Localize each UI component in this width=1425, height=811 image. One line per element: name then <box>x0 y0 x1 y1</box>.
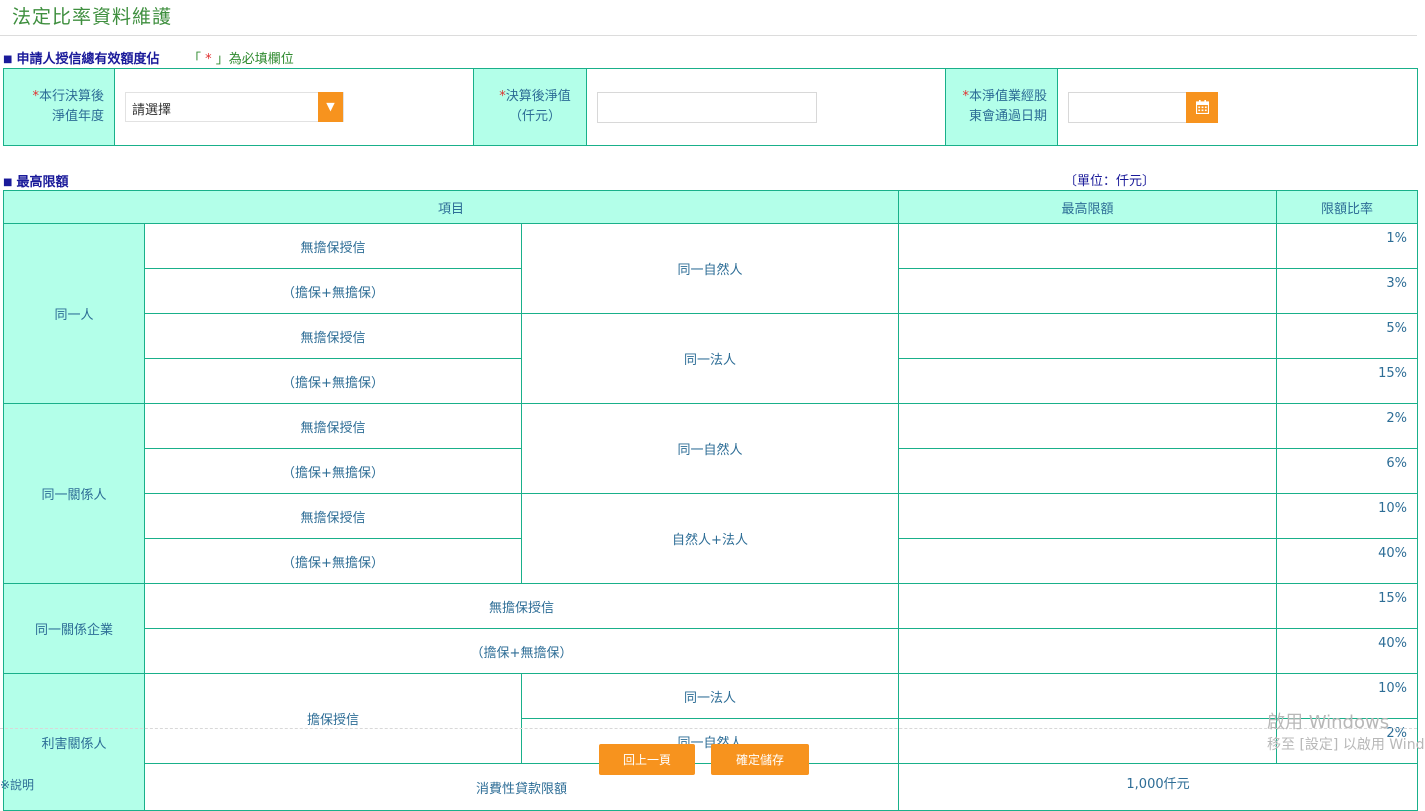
rate-cell: 5% <box>1276 313 1419 359</box>
table-row: （擔保+無擔保） 40% <box>4 628 1419 674</box>
dropdown-arrow-icon[interactable]: ▼ <box>318 92 343 122</box>
unit-note: 〔單位：仟元〕 <box>1064 174 1156 189</box>
max-limit-cell <box>898 313 1278 359</box>
item-secured: 擔保授信 <box>144 673 522 764</box>
subject-natural-person: 同一自然人 <box>520 718 900 764</box>
table-row: 同一關係企業 無擔保授信 15% <box>3 583 1419 674</box>
net-value-year-select[interactable]: 請選擇 ▼ <box>125 92 344 122</box>
subject-natural-and-legal: 自然人+法人 <box>520 493 900 584</box>
table-row: 無擔保授信 自然人+法人 10% <box>4 493 1419 584</box>
max-limit-cell <box>898 358 1278 404</box>
rate-cell: 40% <box>1276 538 1419 584</box>
rate-cell: 2% <box>1276 403 1419 449</box>
calendar-icon[interactable] <box>1186 91 1218 123</box>
max-limit-cell <box>898 673 1278 719</box>
rate-cell: 10% <box>1276 493 1419 539</box>
item-combined: （擔保+無擔保） <box>144 538 522 584</box>
header-ratio: 限額比率 <box>1276 190 1419 224</box>
net-value-amount-label: *決算後淨值（仟元） <box>473 68 587 146</box>
table-row: 同一人 無擔保授信 同一自然人 1% <box>3 223 1419 404</box>
max-limit-cell <box>898 403 1278 449</box>
group-same-person: 同一人 <box>3 223 145 404</box>
approval-date-input[interactable] <box>1068 91 1188 123</box>
subject-natural-person: 同一自然人 <box>520 403 900 494</box>
watermark-line2: 移至 [設定] 以啟用 Windows <box>1267 737 1425 753</box>
rate-cell: 3% <box>1276 268 1419 314</box>
section-application-heading: ■ 申請人授信總有效額度佔 「 * 」為必填欄位 <box>3 48 294 67</box>
max-limit-cell <box>898 493 1278 539</box>
item-unsecured: 無擔保授信 <box>144 223 522 269</box>
max-limit-cell <box>898 628 1278 674</box>
section-application-title: 申請人授信總有效額度佔 <box>16 52 160 67</box>
section-max-limit-heading: ■ 最高限額 <box>3 171 68 190</box>
item-unsecured: 無擔保授信 <box>144 493 522 539</box>
group-same-related-person: 同一關係人 <box>3 403 145 584</box>
table-row: 利害關係人 擔保授信 同一法人 10% <box>3 673 1419 811</box>
item-combined: （擔保+無擔保） <box>143 628 900 674</box>
item-combined: （擔保+無擔保） <box>144 358 522 404</box>
table-row: 無擔保授信 同一法人 5% <box>4 313 1419 404</box>
watermark-line1: 啟用 Windows <box>1267 712 1390 733</box>
item-unsecured: 無擔保授信 <box>143 583 900 629</box>
max-limit-cell <box>898 583 1278 629</box>
rate-cell: 1% <box>1276 223 1419 269</box>
title-divider <box>0 35 1417 36</box>
max-limit-cell <box>898 448 1278 494</box>
rate-cell: 40% <box>1276 628 1419 674</box>
group-same-related-enterprise: 同一關係企業 <box>3 583 145 674</box>
subject-natural-person: 同一自然人 <box>520 223 900 314</box>
required-note: 「 * 」為必填欄位 <box>188 52 294 67</box>
bottom-divider <box>0 728 1417 729</box>
max-limit-table: 項目 最高限額 限額比率 同一人 無擔保授信 同一自然人 1% （擔保+無擔保）… <box>2 190 1419 811</box>
back-button[interactable]: 回上一頁 <box>599 744 695 775</box>
square-bullet-icon: ■ <box>3 177 13 188</box>
item-unsecured: 無擔保授信 <box>144 403 522 449</box>
header-max-limit: 最高限額 <box>898 190 1278 224</box>
net-value-amount-input[interactable] <box>597 91 817 123</box>
windows-activation-watermark: 啟用 Windows 移至 [設定] 以啟用 Windows <box>1267 712 1425 756</box>
net-value-year-label: *本行決算後淨值年度 <box>3 68 115 146</box>
header-item: 項目 <box>2 190 900 224</box>
rate-cell: 6% <box>1276 448 1419 494</box>
save-button[interactable]: 確定儲存 <box>711 744 809 775</box>
footer-note: ※說明 <box>0 778 35 792</box>
item-combined: （擔保+無擔保） <box>144 448 522 494</box>
section-max-limit-title: 最高限額 <box>16 175 69 190</box>
max-limit-cell <box>898 718 1278 764</box>
max-limit-cell <box>898 268 1278 314</box>
subject-legal-person: 同一法人 <box>520 313 900 404</box>
consumer-loan-value: 1,000仟元 <box>898 763 1419 811</box>
subject-legal-person: 同一法人 <box>520 673 900 719</box>
page-title: 法定比率資料維護 <box>12 6 173 28</box>
rate-cell: 15% <box>1276 358 1419 404</box>
item-unsecured: 無擔保授信 <box>144 313 522 359</box>
application-form-table: *本行決算後淨值年度 請選擇 ▼ *決算後淨值（仟元） *本淨值業經股東會通過日… <box>3 68 1418 146</box>
square-bullet-icon: ■ <box>3 54 13 65</box>
approval-date-field <box>1068 91 1218 123</box>
item-combined: （擔保+無擔保） <box>144 268 522 314</box>
rate-cell: 15% <box>1276 583 1419 629</box>
max-limit-cell <box>898 538 1278 584</box>
max-limit-cell <box>898 223 1278 269</box>
approval-date-label: *本淨值業經股東會通過日期 <box>945 68 1058 146</box>
table-row: 同一關係人 無擔保授信 同一自然人 2% <box>3 403 1419 584</box>
